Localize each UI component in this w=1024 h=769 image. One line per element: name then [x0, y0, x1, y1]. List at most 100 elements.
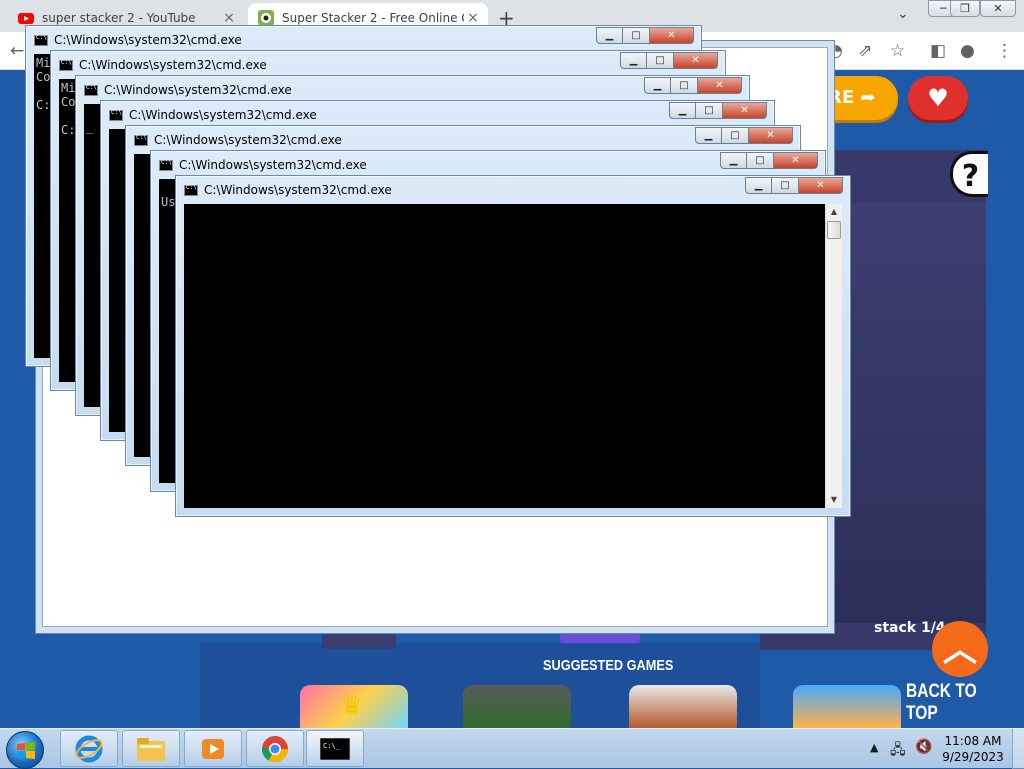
- share-icon[interactable]: ⇗: [858, 41, 872, 61]
- minimize-button[interactable]: ▁: [695, 127, 722, 144]
- cmd-icon: [34, 34, 48, 46]
- crown-icon: ♛: [340, 691, 364, 721]
- suggested-game-thumbnail[interactable]: ♛: [300, 685, 408, 728]
- chevron-up-icon: ︿: [943, 630, 977, 670]
- show-desktop-button[interactable]: [1012, 729, 1024, 769]
- tab-title: Super Stacker 2 - Free Online Ga: [282, 10, 464, 25]
- minimize-button[interactable]: ▁: [669, 102, 696, 119]
- scroll-up-icon[interactable]: ▲: [826, 204, 842, 220]
- cmd-window-controls: ▁ □ ✕: [644, 77, 742, 95]
- restore-browser-button[interactable]: ❐: [950, 0, 980, 17]
- maximize-button[interactable]: □: [623, 27, 650, 44]
- cmd-titlebar[interactable]: C:\Windows\system32\cmd.exe: [59, 55, 267, 75]
- show-hidden-icons-button[interactable]: ▲: [870, 741, 878, 754]
- minimize-button[interactable]: ▁: [644, 77, 671, 94]
- cmd-titlebar[interactable]: C:\Windows\system32\cmd.exe: [184, 180, 392, 200]
- close-button[interactable]: ✕: [749, 127, 793, 144]
- media-player-icon: [202, 738, 224, 759]
- cmd-title: C:\Windows\system32\cmd.exe: [79, 58, 267, 72]
- suggested-game-thumbnail[interactable]: [463, 685, 571, 728]
- network-icon[interactable]: 🖧: [890, 739, 906, 763]
- close-browser-button[interactable]: ✕: [980, 0, 1016, 17]
- tab-search-icon[interactable]: ⌄: [897, 6, 909, 22]
- game-site-icon: [258, 9, 274, 26]
- cmd-icon: [84, 84, 98, 96]
- cmd-window-controls: ▁ □ ✕: [745, 177, 843, 195]
- start-button[interactable]: [6, 731, 44, 769]
- taskbar-chrome[interactable]: [246, 730, 304, 767]
- close-tab-icon[interactable]: ×: [464, 10, 482, 26]
- back-to-top-label[interactable]: BACK TO TOP: [906, 681, 1003, 725]
- game-canvas[interactable]: [835, 203, 986, 623]
- bookmark-star-icon[interactable]: ☆: [890, 41, 905, 61]
- cmd-icon: [109, 109, 123, 121]
- volume-muted-icon[interactable]: 🔇: [915, 739, 932, 755]
- side-panel-icon[interactable]: ◧: [930, 41, 946, 61]
- taskbar-file-explorer[interactable]: [122, 730, 180, 767]
- close-button[interactable]: ✕: [799, 177, 843, 194]
- minimize-button[interactable]: ▁: [596, 27, 623, 44]
- back-to-top-button[interactable]: ︿: [932, 621, 988, 677]
- taskbar-internet-explorer[interactable]: [60, 730, 118, 767]
- clock-time: 11:08 AM: [944, 734, 1002, 748]
- cmd-titlebar[interactable]: C:\Windows\system32\cmd.exe: [84, 80, 292, 100]
- help-button[interactable]: ?: [950, 151, 988, 197]
- maximize-button[interactable]: □: [647, 52, 674, 69]
- cmd-title: C:\Windows\system32\cmd.exe: [179, 158, 367, 172]
- maximize-button[interactable]: □: [722, 127, 749, 144]
- cmd-console[interactable]: [184, 204, 842, 508]
- cmd-icon: [134, 134, 148, 146]
- close-button[interactable]: ✕: [674, 52, 718, 69]
- back-icon[interactable]: ←: [10, 41, 24, 61]
- minimize-button[interactable]: ▁: [620, 52, 647, 69]
- favorite-heart-button[interactable]: ♥: [908, 76, 968, 120]
- cmd-title: C:\Windows\system32\cmd.exe: [154, 133, 342, 147]
- cmd-scrollbar[interactable]: ▲▼: [825, 204, 842, 508]
- suggested-game-thumbnail[interactable]: [793, 685, 901, 728]
- cmd-title: C:\Windows\system32\cmd.exe: [204, 183, 392, 197]
- heart-icon: ♥: [927, 84, 949, 112]
- taskbar-media-player[interactable]: [184, 730, 242, 767]
- maximize-button[interactable]: □: [671, 77, 698, 94]
- cmd-titlebar[interactable]: C:\Windows\system32\cmd.exe: [159, 155, 367, 175]
- close-button[interactable]: ✕: [698, 77, 742, 94]
- close-button[interactable]: ✕: [723, 102, 767, 119]
- cmd-icon: [184, 184, 198, 196]
- game-character-eyes: [322, 633, 396, 649]
- cmd-window-controls: ▁ □ ✕: [596, 27, 694, 45]
- youtube-icon: [18, 12, 34, 24]
- cmd-window-7[interactable]: C:\Windows\system32\cmd.exe ▁□✕ ▲▼: [175, 175, 851, 517]
- cmd-title: C:\Windows\system32\cmd.exe: [129, 108, 317, 122]
- scroll-down-icon[interactable]: ▼: [826, 492, 842, 508]
- cmd-titlebar[interactable]: C:\Windows\system32\cmd.exe: [109, 105, 317, 125]
- windows-flag-icon: [17, 742, 35, 759]
- clock-date: 9/29/2023: [942, 750, 1004, 764]
- cmd-window-controls: ▁ □ ✕: [720, 152, 818, 170]
- cmd-icon: [59, 59, 73, 71]
- svg-text:C:\_: C:\_: [323, 742, 341, 750]
- cmd-titlebar[interactable]: C:\Windows\system32\cmd.exe: [134, 130, 342, 150]
- scroll-thumb[interactable]: [827, 221, 841, 239]
- taskbar-cmd[interactable]: C:\_: [306, 730, 364, 767]
- suggested-game-thumbnail[interactable]: [629, 685, 737, 728]
- maximize-button[interactable]: □: [772, 177, 799, 194]
- close-button[interactable]: ✕: [650, 27, 694, 44]
- cmd-title: C:\Windows\system32\cmd.exe: [104, 83, 292, 97]
- cmd-icon: [159, 159, 173, 171]
- maximize-button[interactable]: □: [747, 152, 774, 169]
- cmd-window-controls: ▁ □ ✕: [620, 52, 718, 70]
- maximize-button[interactable]: □: [696, 102, 723, 119]
- close-tab-icon[interactable]: ×: [220, 10, 238, 26]
- taskbar: C:\_ ▲ 🖧 🔇 11:08 AM 9/29/2023: [0, 728, 1024, 769]
- minimize-button[interactable]: ▁: [745, 177, 772, 194]
- taskbar-clock[interactable]: 11:08 AM 9/29/2023: [940, 733, 1006, 765]
- close-button[interactable]: ✕: [774, 152, 818, 169]
- cmd-titlebar[interactable]: C:\Windows\system32\cmd.exe: [34, 30, 242, 50]
- internet-explorer-icon: [75, 735, 103, 762]
- profile-avatar-icon[interactable]: ●: [960, 41, 975, 61]
- menu-kebab-icon[interactable]: ⋮: [996, 41, 1013, 61]
- minimize-button[interactable]: ▁: [720, 152, 747, 169]
- cmd-icon: C:\_: [320, 737, 350, 760]
- tab-title: super stacker 2 - YouTube: [42, 10, 196, 25]
- game-platform: [560, 633, 640, 643]
